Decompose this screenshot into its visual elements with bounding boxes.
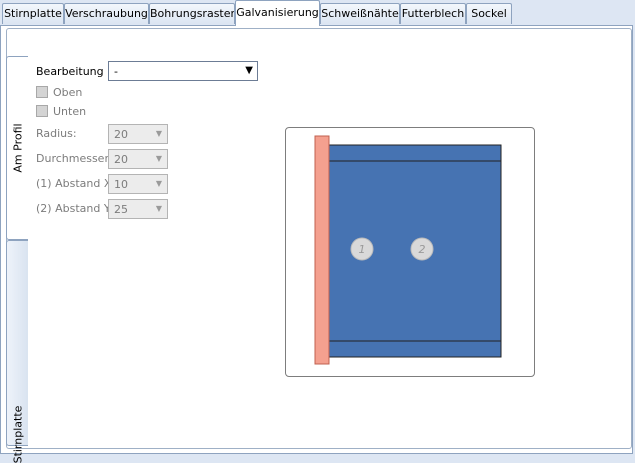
durchmesser-label: Durchmesser:	[36, 152, 113, 165]
abstand-y-value: 25	[114, 203, 128, 216]
preview-panel: 1 2	[285, 127, 535, 377]
oben-checkbox[interactable]	[36, 86, 48, 98]
side-tab-am-profil[interactable]: Am Profil	[6, 56, 28, 240]
unten-label: Unten	[53, 105, 87, 118]
unten-checkbox[interactable]	[36, 105, 48, 117]
tab-galvanisierung[interactable]: Galvanisierung	[235, 0, 320, 26]
chevron-down-icon: ▼	[155, 204, 162, 213]
profile-preview-drawing: 1 2	[314, 135, 502, 365]
bearbeitung-value: -	[114, 65, 118, 78]
tab-bohrungsraster[interactable]: Bohrungsraster	[149, 3, 235, 24]
tab-stirnplatte[interactable]: Stirnplatte	[2, 3, 64, 24]
side-tab-stirnplatte[interactable]: Stirnplatte	[6, 240, 28, 463]
tab-sockel[interactable]: Sockel	[466, 3, 512, 24]
radius-label: Radius:	[36, 127, 77, 140]
tab-strip: Stirnplatte Verschraubung Bohrungsraster…	[0, 0, 635, 26]
chevron-down-icon: ▼	[155, 129, 162, 138]
chevron-down-icon: ▼	[155, 179, 162, 188]
radius-input[interactable]: 20 ▼	[108, 124, 168, 144]
chevron-down-icon: ▼	[155, 154, 162, 163]
hole-marker-2-label: 2	[419, 243, 426, 256]
durchmesser-input[interactable]: 20 ▼	[108, 149, 168, 169]
abstand-x-value: 10	[114, 178, 128, 191]
end-plate	[314, 135, 330, 365]
abstand-y-label: (2) Abstand Y:	[36, 202, 113, 215]
side-tab-am-profil-label: Am Profil	[11, 123, 24, 173]
durchmesser-value: 20	[114, 153, 128, 166]
tab-futterblech[interactable]: Futterblech	[400, 3, 466, 24]
bearbeitung-select[interactable]: - ▼	[108, 61, 258, 81]
oben-label: Oben	[53, 86, 83, 99]
tab-schweissnaehte[interactable]: Schweißnähte	[320, 3, 400, 24]
bearbeitung-label: Bearbeitung	[36, 65, 104, 78]
hole-marker-1-label: 1	[359, 243, 366, 256]
abstand-x-label: (1) Abstand X:	[36, 177, 116, 190]
chevron-down-icon: ▼	[245, 65, 253, 76]
radius-value: 20	[114, 128, 128, 141]
side-tab-stirnplatte-label: Stirnplatte	[11, 405, 24, 463]
abstand-y-input[interactable]: 25 ▼	[108, 199, 168, 219]
tab-verschraubung[interactable]: Verschraubung	[64, 3, 149, 24]
abstand-x-input[interactable]: 10 ▼	[108, 174, 168, 194]
